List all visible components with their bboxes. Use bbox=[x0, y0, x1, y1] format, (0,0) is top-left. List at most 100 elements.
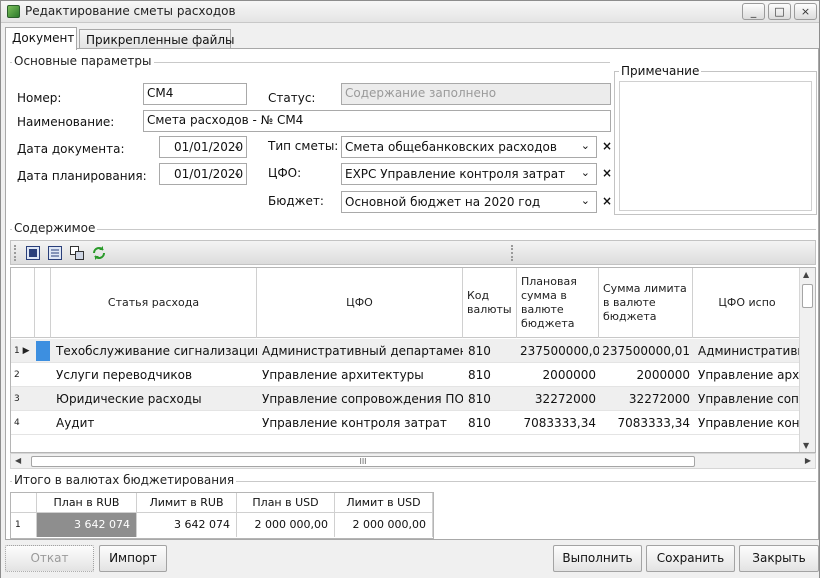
content-section-title: Содержимое bbox=[12, 221, 98, 235]
doc-date-picker[interactable]: 01/01/2020 ⌄ bbox=[159, 136, 247, 158]
cfo-value: EXPC Управление контроля затрат bbox=[345, 167, 566, 181]
document-panel: Основные параметры Номер: СМ4 Статус: Со… bbox=[5, 48, 819, 555]
grid-horizontal-scrollbar[interactable]: ◀ III ▶ bbox=[10, 453, 816, 469]
status-label: Статус: bbox=[268, 91, 316, 105]
scroll-down-icon[interactable]: ▼ bbox=[803, 441, 809, 450]
cell-expense-item: Услуги переводчиков bbox=[56, 368, 193, 382]
number-input[interactable]: СМ4 bbox=[143, 83, 247, 105]
cell-limit-rub[interactable]: 3 642 074 893,00 bbox=[137, 513, 237, 555]
chevron-down-icon: ⌄ bbox=[580, 166, 590, 179]
save-button[interactable]: Сохранить bbox=[646, 545, 735, 572]
minimize-button[interactable]: _ bbox=[742, 3, 765, 20]
expense-items-grid: Статья расхода ЦФО Код валюты Плановая с… bbox=[10, 267, 816, 453]
notes-textarea[interactable] bbox=[619, 81, 812, 211]
tab-document[interactable]: Документ bbox=[5, 27, 77, 50]
toolbar-grip bbox=[14, 245, 17, 261]
estimate-type-value: Смета общебанковских расходов bbox=[345, 140, 557, 154]
col-limit-usd[interactable]: Лимит в USD bbox=[335, 493, 433, 513]
totals-header-indicator bbox=[11, 493, 37, 513]
budget-select[interactable]: Основной бюджет на 2020 год ⌄ bbox=[341, 191, 597, 213]
cell-exec-cfo: Управление контр bbox=[698, 416, 801, 430]
vertical-scroll-thumb[interactable] bbox=[802, 284, 813, 308]
budget-label: Бюджет: bbox=[268, 194, 324, 208]
cell-plan: 7083333,34 bbox=[523, 416, 596, 430]
cell-limit: 237500000,01 bbox=[602, 344, 690, 358]
cell-expense-item: Техобслуживание сигнализации bbox=[56, 344, 257, 358]
chevron-down-icon: ⌄ bbox=[232, 166, 242, 179]
col-plan-rub[interactable]: План в RUB bbox=[37, 493, 137, 513]
table-row[interactable]: 3 Юридические расходы Управление сопрово… bbox=[11, 387, 801, 411]
cell-exec-cfo: Административн bbox=[698, 344, 801, 358]
col-currency-code[interactable]: Код валюты bbox=[463, 268, 517, 338]
tab-attached-files[interactable]: Прикрепленные файлы bbox=[79, 29, 235, 50]
refresh-icon[interactable] bbox=[91, 245, 107, 261]
budget-value: Основной бюджет на 2020 год bbox=[345, 195, 541, 209]
rollback-button[interactable]: Откат bbox=[5, 545, 94, 572]
maximize-button[interactable]: □ bbox=[768, 3, 791, 20]
clear-type-icon[interactable]: × bbox=[602, 139, 612, 153]
grid-vertical-scrollbar[interactable]: ▲ ▼ bbox=[799, 268, 815, 452]
grid-header-indicator bbox=[11, 268, 35, 338]
grid-view-icon[interactable] bbox=[25, 245, 41, 261]
close-button[interactable]: Закрыть bbox=[739, 545, 819, 572]
cell-plan-usd[interactable]: 2 000 000,00 bbox=[237, 513, 335, 537]
grid-export-icon[interactable] bbox=[47, 245, 63, 261]
window-title: Редактирование сметы расходов bbox=[25, 4, 236, 18]
grid-header-marker bbox=[35, 268, 51, 338]
clear-cfo-icon[interactable]: × bbox=[602, 166, 612, 180]
col-plan-amount[interactable]: Плановая сумма в валюте бюджета bbox=[517, 268, 599, 338]
table-row[interactable]: 2 Услуги переводчиков Управление архитек… bbox=[11, 363, 801, 387]
cell-plan: 32272000 bbox=[534, 392, 596, 406]
estimate-type-label: Тип сметы: bbox=[268, 139, 339, 153]
cell-exec-cfo: Управление архит bbox=[698, 368, 801, 382]
cell-cfo: Управление сопровождения ПО bbox=[262, 392, 463, 406]
cell-currency: 810 bbox=[468, 368, 491, 382]
content-divider bbox=[10, 229, 816, 230]
totals-row-number: 1 ▶ bbox=[11, 513, 37, 554]
col-expense-item[interactable]: Статья расхода bbox=[51, 268, 257, 338]
col-plan-usd[interactable]: План в USD bbox=[237, 493, 335, 513]
title-bar: Редактирование сметы расходов _ □ × bbox=[1, 1, 819, 23]
cell-plan-rub[interactable]: 3 642 074 893,00 bbox=[37, 513, 137, 555]
cell-cfo: Управление архитектуры bbox=[262, 368, 424, 382]
scroll-up-icon[interactable]: ▲ bbox=[803, 270, 809, 279]
import-button[interactable]: Импорт bbox=[99, 545, 167, 572]
plan-date-picker[interactable]: 01/01/2020 ⌄ bbox=[159, 163, 247, 185]
close-window-button[interactable]: × bbox=[794, 3, 817, 20]
toolbar-grip-secondary bbox=[511, 245, 514, 261]
cell-cfo: Управление контроля затрат bbox=[262, 416, 447, 430]
chevron-down-icon: ⌄ bbox=[580, 194, 590, 207]
cell-limit: 32272000 bbox=[628, 392, 690, 406]
status-field: Содержание заполнено bbox=[341, 83, 611, 105]
col-exec-cfo[interactable]: ЦФО испо bbox=[693, 268, 801, 338]
name-input[interactable]: Смета расходов - № СМ4 bbox=[143, 110, 611, 132]
cfo-select[interactable]: EXPC Управление контроля затрат ⌄ bbox=[341, 163, 597, 185]
scroll-right-icon[interactable]: ▶ bbox=[805, 456, 811, 465]
row-number: 4 bbox=[14, 418, 20, 428]
number-label: Номер: bbox=[17, 91, 62, 105]
horizontal-scroll-thumb[interactable]: III bbox=[31, 456, 695, 467]
plan-date-label: Дата планирования: bbox=[17, 169, 147, 183]
col-limit-amount[interactable]: Сумма лимита в валюте бюджета bbox=[599, 268, 693, 338]
cell-limit: 7083333,34 bbox=[617, 416, 690, 430]
row-number: 2 bbox=[14, 370, 20, 380]
row-number: 1 ▶ bbox=[14, 346, 30, 356]
scroll-left-icon[interactable]: ◀ bbox=[15, 456, 21, 465]
content-toolbar bbox=[10, 240, 816, 265]
table-row[interactable]: 1 ▶ Техобслуживание сигнализации Админис… bbox=[11, 339, 801, 363]
execute-button[interactable]: Выполнить bbox=[553, 545, 642, 572]
table-row[interactable]: 4 Аудит Управление контроля затрат 810 7… bbox=[11, 411, 801, 435]
row-number-text: 1 bbox=[14, 346, 20, 356]
totals-row-number-text: 1 bbox=[15, 520, 21, 530]
notes-label: Примечание bbox=[619, 64, 702, 78]
copy-icon[interactable] bbox=[69, 245, 85, 261]
cell-limit-usd[interactable]: 2 000 000,00 bbox=[335, 513, 433, 537]
row-number: 3 bbox=[14, 394, 20, 404]
col-cfo[interactable]: ЦФО bbox=[257, 268, 463, 338]
totals-section-title: Итого в валютах бюджетирования bbox=[12, 473, 237, 487]
estimate-type-select[interactable]: Смета общебанковских расходов ⌄ bbox=[341, 136, 597, 158]
col-limit-rub[interactable]: Лимит в RUB bbox=[137, 493, 237, 513]
clear-budget-icon[interactable]: × bbox=[602, 194, 612, 208]
params-section-title: Основные параметры bbox=[12, 54, 154, 68]
grid-header: Статья расхода ЦФО Код валюты Плановая с… bbox=[11, 268, 801, 338]
